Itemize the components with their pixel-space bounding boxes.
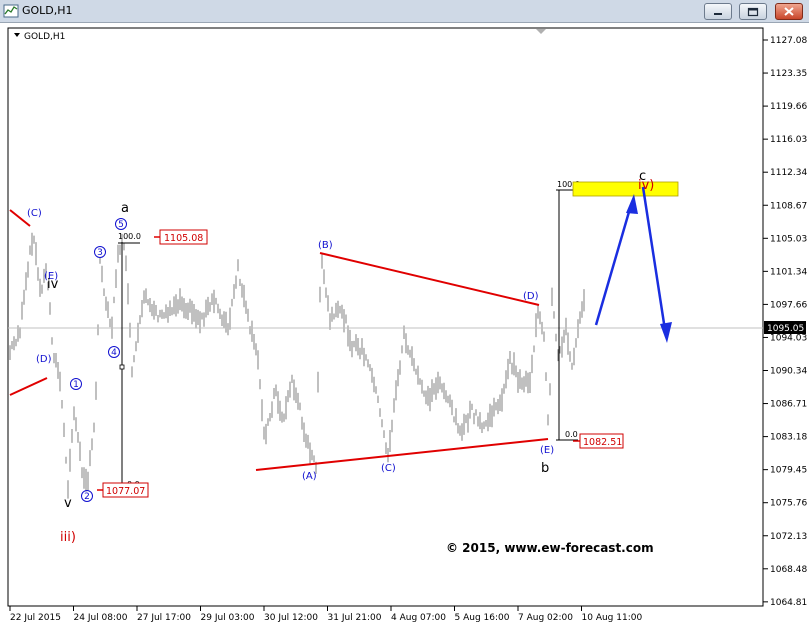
x-tick-label: 31 Jul 21:00	[328, 613, 382, 623]
price-box-low-b-label: 1082.51	[583, 437, 622, 448]
x-tick-label: 22 Jul 2015	[10, 613, 61, 623]
minimize-button[interactable]	[704, 3, 732, 20]
y-tick-label: 1090.34	[770, 367, 807, 377]
y-tick-label: 1068.48	[770, 565, 807, 575]
wave-label-1: 1	[73, 380, 79, 390]
x-axis-ticks: 22 Jul 2015 24 Jul 08:00 27 Jul 17:00 29 Ju…	[9, 606, 643, 623]
x-tick-label: 10 Aug 11:00	[582, 613, 643, 623]
wave-label-v: v	[64, 496, 72, 511]
wave-label-b: b	[541, 461, 549, 476]
close-icon	[784, 7, 794, 16]
wave-label-iv: iv	[47, 277, 59, 292]
wave-label-2: 2	[84, 492, 90, 502]
x-tick-label: 24 Jul 08:00	[74, 613, 128, 623]
wave-label-a: a	[121, 201, 129, 216]
wave-label-A: (A)	[302, 471, 317, 482]
restore-button[interactable]	[739, 3, 767, 20]
x-tick-label: 5 Aug 16:00	[455, 613, 510, 623]
window-title: GOLD,H1	[22, 4, 73, 17]
y-tick-label: 1079.45	[770, 466, 807, 476]
fib-a-handle[interactable]	[119, 364, 125, 370]
x-tick-label: 4 Aug 07:00	[391, 613, 446, 623]
chart-label: GOLD,H1	[24, 32, 65, 42]
copyright-text: © 2015, www.ew-forecast.com	[446, 541, 654, 555]
wave-label-C-bottom: (C)	[381, 463, 396, 474]
wave-label-iv-right: iv)	[638, 178, 654, 193]
wave-label-iii: iii)	[60, 530, 76, 545]
minimize-icon	[714, 13, 722, 15]
restore-icon	[747, 7, 759, 17]
x-tick-label: 7 Aug 02:00	[518, 613, 573, 623]
y-tick-label: 1105.03	[770, 234, 807, 244]
y-tick-label: 1116.03	[770, 135, 807, 145]
x-tick-label: 27 Jul 17:00	[137, 613, 191, 623]
y-tick-label: 1112.34	[770, 168, 807, 178]
target-zone[interactable]	[572, 181, 679, 197]
close-button[interactable]	[775, 3, 803, 20]
y-tick-label: 1123.35	[770, 69, 807, 79]
plot-frame	[7, 27, 764, 607]
y-tick-label: 1119.66	[770, 102, 807, 112]
y-tick-label: 1094.03	[770, 333, 807, 343]
y-tick-label: 1064.81	[770, 598, 807, 608]
y-tick-label: 1108.67	[770, 201, 807, 211]
wave-label-3: 3	[97, 248, 103, 258]
y-tick-label: 1075.76	[770, 499, 807, 509]
wave-label-B: (B)	[318, 240, 333, 251]
y-tick-label: 1086.71	[770, 400, 807, 410]
y-tick-label: 1097.66	[770, 300, 807, 310]
chart-area[interactable]: GOLD,H1 1127.08 1123.35 1119.66 1116.03 1112…	[0, 23, 809, 627]
wave-label-4: 4	[111, 348, 117, 358]
price-chart[interactable]: GOLD,H1 1127.08 1123.35 1119.66 1116.03 1112…	[0, 23, 809, 627]
wave-label-E-bottom: (E)	[540, 445, 554, 456]
window-titlebar: GOLD,H1	[0, 0, 809, 23]
wave-label-5: 5	[118, 220, 124, 230]
y-tick-label: 1101.34	[770, 267, 807, 277]
wave-label-C: (C)	[27, 208, 42, 219]
current-price-label: 1095.05	[767, 324, 804, 334]
x-tick-label: 29 Jul 03:00	[201, 613, 255, 623]
chart-window-icon	[3, 4, 19, 18]
y-tick-label: 1083.18	[770, 433, 807, 443]
fib-a-100-label: 100.0	[118, 232, 141, 241]
price-box-low-v-label: 1077.07	[106, 486, 145, 497]
price-box-high-a-label: 1105.08	[164, 233, 203, 244]
y-tick-label: 1072.13	[770, 532, 807, 542]
wave-label-D-left: (D)	[36, 354, 52, 365]
y-tick-label: 1127.08	[770, 36, 807, 46]
x-tick-label: 30 Jul 12:00	[264, 613, 318, 623]
wave-label-D-right: (D)	[523, 291, 539, 302]
fib-b-0-label: 0.0	[565, 430, 578, 439]
